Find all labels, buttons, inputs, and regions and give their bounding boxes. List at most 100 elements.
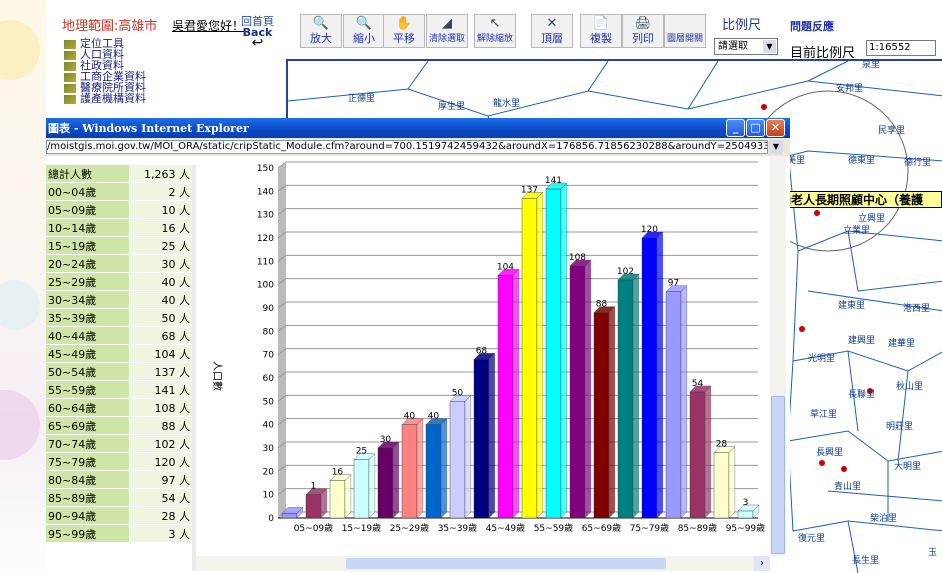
population-table: 總計人數 1,263 人 00~04歲 2 人 05~09歲 10 人 10~14歲 16 人… bbox=[46, 165, 192, 543]
horizontal-scroll-thumb[interactable] bbox=[346, 558, 666, 569]
pan-hand-button[interactable]: ✋ 平移 bbox=[383, 14, 425, 48]
map-label: 安邦里 bbox=[836, 84, 864, 94]
map-label: 柴泊里 bbox=[870, 514, 898, 524]
age-group-cell: 95~99歲 bbox=[46, 524, 130, 543]
age-group-cell: 85~89歲 bbox=[46, 488, 130, 507]
tool-label: 列印 bbox=[632, 32, 654, 45]
data-label: 3 bbox=[743, 498, 749, 508]
map-label: 復元里 bbox=[798, 534, 826, 544]
table-row: 40~44歲 68 人 bbox=[46, 326, 192, 345]
bar-side bbox=[344, 474, 352, 519]
age-group-cell: 30~34歲 bbox=[46, 290, 130, 309]
address-field[interactable]: /moistgis.moi.gov.tw/MOI_ORA/static/crip… bbox=[46, 140, 768, 154]
bar-side bbox=[464, 394, 472, 519]
folder-icon bbox=[64, 61, 76, 71]
chevron-down-icon[interactable]: ▼ bbox=[763, 40, 776, 53]
map-label: 泉里 bbox=[862, 60, 881, 70]
count-cell: 54 人 bbox=[129, 488, 192, 507]
bar-side bbox=[656, 231, 664, 519]
layers-button[interactable]: 圖層開關 bbox=[664, 14, 706, 48]
bar-side bbox=[512, 268, 520, 519]
count-cell: 97 人 bbox=[129, 470, 192, 489]
bar bbox=[401, 424, 418, 519]
bar bbox=[425, 424, 442, 519]
table-row: 90~94歲 28 人 bbox=[46, 506, 192, 525]
map-label: 大明里 bbox=[894, 462, 922, 472]
count-cell: 50 人 bbox=[129, 308, 192, 327]
x-tick-label: 75~79歲 bbox=[630, 522, 669, 534]
pointer-button[interactable]: ↖ 解除縮放 bbox=[474, 14, 516, 48]
count-cell: 137 人 bbox=[129, 362, 192, 381]
zoom-in-icon: 🔍 bbox=[312, 16, 330, 31]
map-label: 龍水里 bbox=[493, 99, 521, 109]
map-label: 玉 bbox=[928, 548, 938, 558]
tool-label: 頂層 bbox=[541, 32, 563, 45]
age-group-cell: 50~54歲 bbox=[46, 362, 130, 381]
count-cell: 108 人 bbox=[129, 398, 192, 417]
chevron-down-icon[interactable]: ▼ bbox=[769, 140, 783, 154]
table-row: 65~69歲 88 人 bbox=[46, 416, 192, 435]
current-scale-field[interactable]: 1:16552 bbox=[866, 40, 936, 56]
copy-icon: 📄 bbox=[592, 16, 610, 31]
x-tick-label: 45~49歲 bbox=[486, 522, 525, 534]
y-tick-label: 50 bbox=[263, 397, 275, 407]
folder-icon bbox=[64, 94, 76, 104]
map-label: 德東里 bbox=[848, 156, 876, 166]
bar-side bbox=[368, 453, 376, 519]
map-label: 厚生里 bbox=[438, 102, 466, 112]
count-cell: 102 人 bbox=[129, 434, 192, 453]
table-row: 20~24歲 30 人 bbox=[46, 254, 192, 273]
bar bbox=[449, 401, 466, 519]
folder-icon bbox=[64, 50, 76, 60]
folder-icon bbox=[64, 72, 76, 82]
map-label: 港西里 bbox=[903, 304, 931, 314]
bar bbox=[617, 279, 634, 519]
bar-side bbox=[440, 418, 448, 519]
bar-side bbox=[728, 446, 736, 519]
data-label: 137 bbox=[521, 185, 538, 195]
tool-label: 圖層開關 bbox=[666, 34, 703, 44]
map-label: 草江里 bbox=[810, 410, 838, 420]
count-cell: 88 人 bbox=[129, 416, 192, 435]
age-group-cell: 80~84歲 bbox=[46, 470, 130, 489]
copy-button[interactable]: 📄 複製 bbox=[580, 14, 622, 48]
zoom-in-button[interactable]: 🔍 放大 bbox=[300, 14, 342, 48]
menu-item[interactable]: 護產機構資料 bbox=[64, 93, 146, 105]
y-tick-label: 100 bbox=[257, 281, 274, 291]
home-button[interactable]: 回首頁 Back ↩ bbox=[241, 16, 274, 50]
map-label: 長聯里 bbox=[848, 390, 876, 400]
map-label: 立業里 bbox=[843, 226, 871, 236]
age-group-cell: 20~24歲 bbox=[46, 254, 130, 273]
folder-icon bbox=[64, 83, 76, 93]
scale-select[interactable]: 請選取 ▼ bbox=[714, 38, 778, 55]
bar-side bbox=[560, 182, 568, 519]
zoom-out-button[interactable]: 🔍 縮小 bbox=[343, 14, 385, 48]
table-row: 35~39歲 50 人 bbox=[46, 308, 192, 327]
age-group-cell: 70~74歲 bbox=[46, 434, 130, 453]
zoom-out-icon: 🔍 bbox=[355, 16, 373, 31]
zoom-top-button[interactable]: ✕ 頂層 bbox=[531, 14, 573, 48]
window-title: 圖表 - Windows Internet Explorer bbox=[48, 122, 249, 135]
count-cell: 25 人 bbox=[129, 236, 192, 255]
print-button[interactable]: 🖨 列印 bbox=[622, 14, 664, 48]
tool-label: 縮小 bbox=[353, 32, 375, 45]
bar-side bbox=[584, 259, 592, 519]
close-icon[interactable]: ✕ bbox=[766, 119, 785, 137]
minimize-icon[interactable]: _ bbox=[726, 119, 745, 137]
maximize-icon[interactable]: □ bbox=[746, 119, 765, 137]
bar bbox=[521, 198, 538, 519]
map-label: 長生里 bbox=[852, 556, 880, 566]
x-tick-label: 65~69歲 bbox=[582, 522, 621, 534]
feedback-link[interactable]: 問題反應 bbox=[790, 18, 834, 34]
count-cell: 141 人 bbox=[129, 380, 192, 399]
greeting-link[interactable]: 吳君愛您好！ bbox=[172, 17, 244, 34]
data-label: 68 bbox=[476, 346, 488, 356]
data-label: 104 bbox=[497, 262, 514, 272]
y-tick-label: 30 bbox=[263, 444, 275, 454]
y-tick-label: 0 bbox=[268, 514, 274, 524]
eraser-button[interactable]: ◢ 清除選取 bbox=[426, 14, 468, 48]
vertical-scroll-thumb[interactable] bbox=[771, 396, 785, 554]
menu-item-label: 護產機構資料 bbox=[80, 92, 146, 105]
scroll-right-icon[interactable]: › bbox=[754, 556, 770, 571]
bar bbox=[497, 275, 514, 519]
